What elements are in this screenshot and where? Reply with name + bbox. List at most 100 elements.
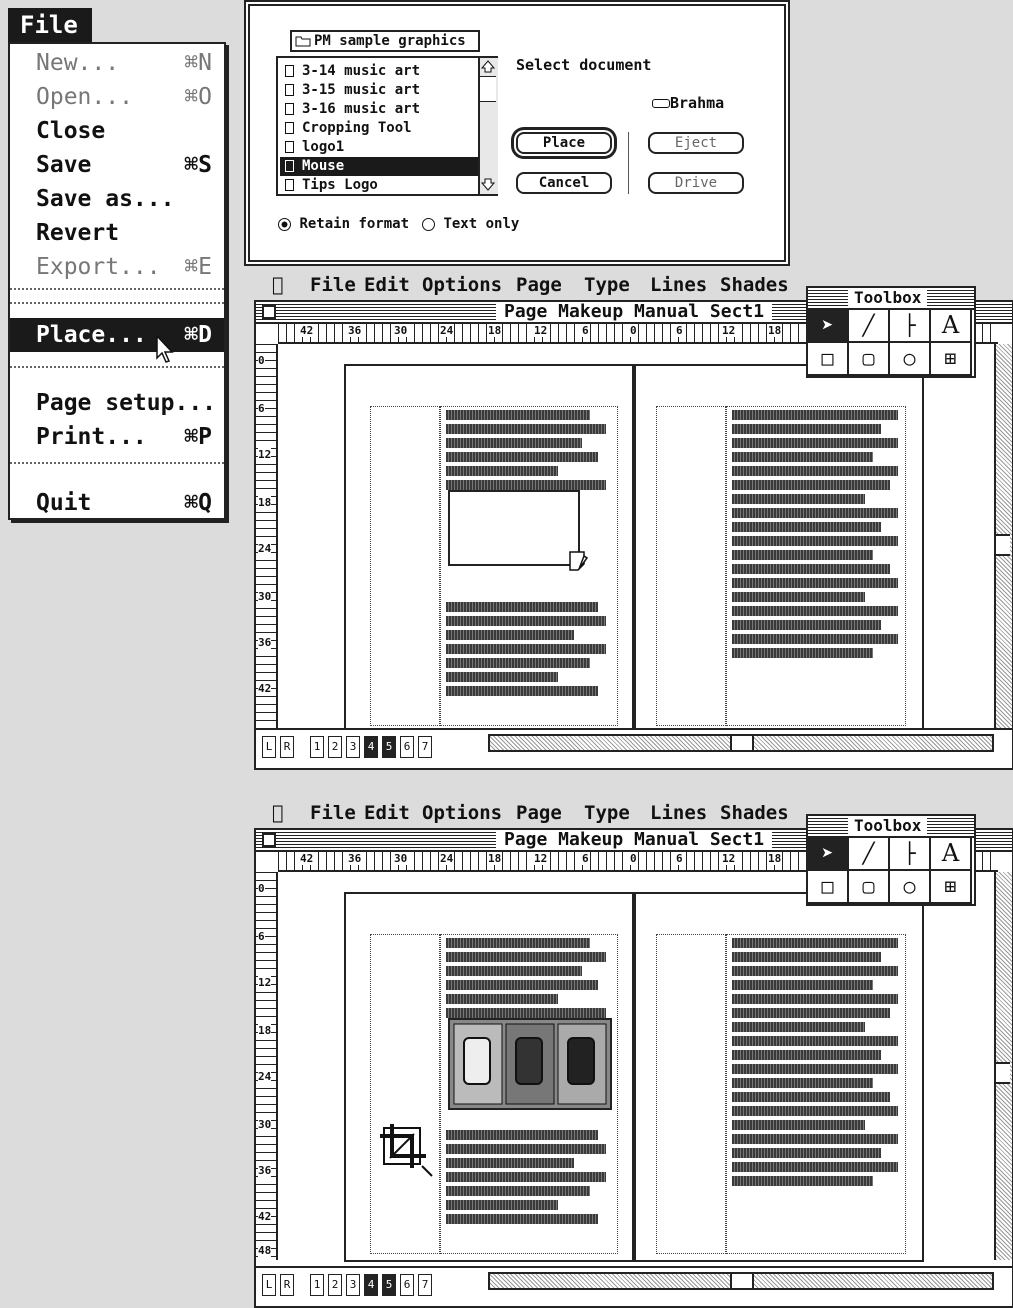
menu-edit[interactable]: Edit: [364, 800, 410, 826]
pointer-tool-icon[interactable]: ➤: [808, 838, 849, 871]
page-icon-current[interactable]: 5: [382, 736, 396, 758]
toolbox-titlebar[interactable]: Toolbox: [808, 816, 974, 838]
left-page[interactable]: [344, 364, 634, 734]
page-icon-right-master[interactable]: R: [280, 736, 294, 758]
menu-edit[interactable]: Edit: [364, 272, 410, 298]
pasteboard[interactable]: [280, 874, 996, 1262]
pointer-tool-icon[interactable]: ➤: [808, 310, 849, 343]
page-icon-current[interactable]: 4: [364, 1274, 378, 1296]
oval-tool-icon[interactable]: ○: [890, 871, 931, 904]
page-icon-right-master[interactable]: R: [280, 1274, 294, 1296]
menu-type[interactable]: Type: [584, 272, 630, 298]
vertical-ruler[interactable]: 0612182430364248: [256, 344, 278, 743]
page-icon-left-master[interactable]: L: [262, 736, 276, 758]
menu-shades[interactable]: Shades: [720, 272, 789, 298]
page-icon[interactable]: 2: [328, 736, 342, 758]
menu-item-quit[interactable]: Quit ⌘Q: [10, 486, 224, 520]
file-item-selected[interactable]: Mouse: [280, 157, 480, 176]
vertical-scrollbar[interactable]: [994, 872, 1012, 1260]
page-icon[interactable]: 6: [400, 1274, 414, 1296]
scroll-thumb[interactable]: [996, 1062, 1010, 1084]
diagonal-line-tool-icon[interactable]: ╱: [849, 310, 890, 343]
text-block[interactable]: [446, 602, 606, 700]
rectangle-tool-icon[interactable]: □: [808, 343, 849, 376]
cropping-tool-icon[interactable]: ⊞: [931, 343, 972, 376]
apple-menu-icon[interactable]: : [272, 800, 283, 826]
menu-item-print[interactable]: Print... ⌘P: [10, 420, 224, 454]
cancel-button[interactable]: Cancel: [516, 172, 612, 194]
place-button[interactable]: Place: [516, 132, 612, 154]
close-box-icon[interactable]: [262, 833, 276, 847]
scroll-thumb[interactable]: [480, 76, 496, 102]
page-icon-current[interactable]: 4: [364, 736, 378, 758]
menu-item-close[interactable]: Close: [10, 114, 224, 148]
page-icon[interactable]: 3: [346, 1274, 360, 1296]
horizontal-scrollbar[interactable]: [488, 734, 994, 752]
menu-file[interactable]: File: [310, 800, 356, 826]
rounded-rectangle-tool-icon[interactable]: ▢: [849, 343, 890, 376]
text-block[interactable]: [446, 938, 606, 1022]
menu-item-save-as[interactable]: Save as...: [10, 182, 224, 216]
close-box-icon[interactable]: [262, 305, 276, 319]
folder-popup[interactable]: PM sample graphics: [290, 30, 480, 52]
perpendicular-line-tool-icon[interactable]: ├: [890, 838, 931, 871]
menu-options[interactable]: Options: [422, 272, 502, 298]
pasteboard[interactable]: [280, 346, 996, 734]
rectangle-tool-icon[interactable]: □: [808, 871, 849, 904]
text-tool-icon[interactable]: A: [931, 838, 972, 871]
oval-tool-icon[interactable]: ○: [890, 343, 931, 376]
right-page[interactable]: [634, 364, 924, 734]
file-menu-title[interactable]: File: [8, 8, 92, 42]
horizontal-scrollbar[interactable]: [488, 1272, 994, 1290]
menu-options[interactable]: Options: [422, 800, 502, 826]
file-item[interactable]: 3-15 music art: [280, 81, 480, 100]
file-item[interactable]: logo1: [280, 138, 480, 157]
scroll-thumb[interactable]: [996, 534, 1010, 556]
text-tool-icon[interactable]: A: [931, 310, 972, 343]
file-list[interactable]: 3-14 music art 3-15 music art 3-16 music…: [276, 56, 498, 196]
menu-page[interactable]: Page: [516, 272, 562, 298]
page-icon[interactable]: 6: [400, 736, 414, 758]
text-block[interactable]: [446, 1130, 606, 1228]
page-icon-left-master[interactable]: L: [262, 1274, 276, 1296]
scroll-thumb[interactable]: [730, 736, 754, 750]
text-block[interactable]: [732, 410, 898, 662]
retain-format-radio[interactable]: Retain format: [278, 216, 409, 232]
placed-graphic-frame[interactable]: [448, 490, 589, 571]
file-item[interactable]: Cropping Tool: [280, 119, 480, 138]
cropping-tool-icon[interactable]: ⊞: [931, 871, 972, 904]
menu-type[interactable]: Type: [584, 800, 630, 826]
page-icon[interactable]: 3: [346, 736, 360, 758]
file-item[interactable]: 3-16 music art: [280, 100, 480, 119]
page-icon[interactable]: 1: [310, 736, 324, 758]
rounded-rectangle-tool-icon[interactable]: ▢: [849, 871, 890, 904]
page-icon-current[interactable]: 5: [382, 1274, 396, 1296]
drive-button[interactable]: Drive: [648, 172, 744, 194]
vertical-scrollbar[interactable]: [994, 344, 1012, 732]
text-only-radio[interactable]: Text only: [422, 216, 519, 232]
scroll-up-arrow-icon[interactable]: [481, 59, 495, 73]
menu-item-save[interactable]: Save ⌘S: [10, 148, 224, 182]
placed-mouse-graphic[interactable]: [448, 1018, 612, 1110]
menu-lines[interactable]: Lines: [650, 800, 707, 826]
text-block[interactable]: [732, 938, 898, 1190]
page-icon[interactable]: 7: [418, 1274, 432, 1296]
file-item[interactable]: 3-14 music art: [280, 62, 480, 81]
page-icon[interactable]: 7: [418, 736, 432, 758]
file-item[interactable]: Tips Logo: [280, 176, 480, 195]
page-icon[interactable]: 1: [310, 1274, 324, 1296]
file-list-scrollbar[interactable]: [478, 58, 498, 194]
eject-button[interactable]: Eject: [648, 132, 744, 154]
menu-lines[interactable]: Lines: [650, 272, 707, 298]
apple-menu-icon[interactable]: : [272, 272, 283, 298]
vertical-ruler[interactable]: 0612182430364248: [256, 872, 278, 1260]
page-icon[interactable]: 2: [328, 1274, 342, 1296]
menu-file[interactable]: File: [310, 272, 356, 298]
text-block[interactable]: [446, 410, 606, 494]
scroll-thumb[interactable]: [730, 1274, 754, 1288]
toolbox-titlebar[interactable]: Toolbox: [808, 288, 974, 310]
perpendicular-line-tool-icon[interactable]: ├: [890, 310, 931, 343]
diagonal-line-tool-icon[interactable]: ╱: [849, 838, 890, 871]
menu-page[interactable]: Page: [516, 800, 562, 826]
menu-item-revert[interactable]: Revert: [10, 216, 224, 250]
